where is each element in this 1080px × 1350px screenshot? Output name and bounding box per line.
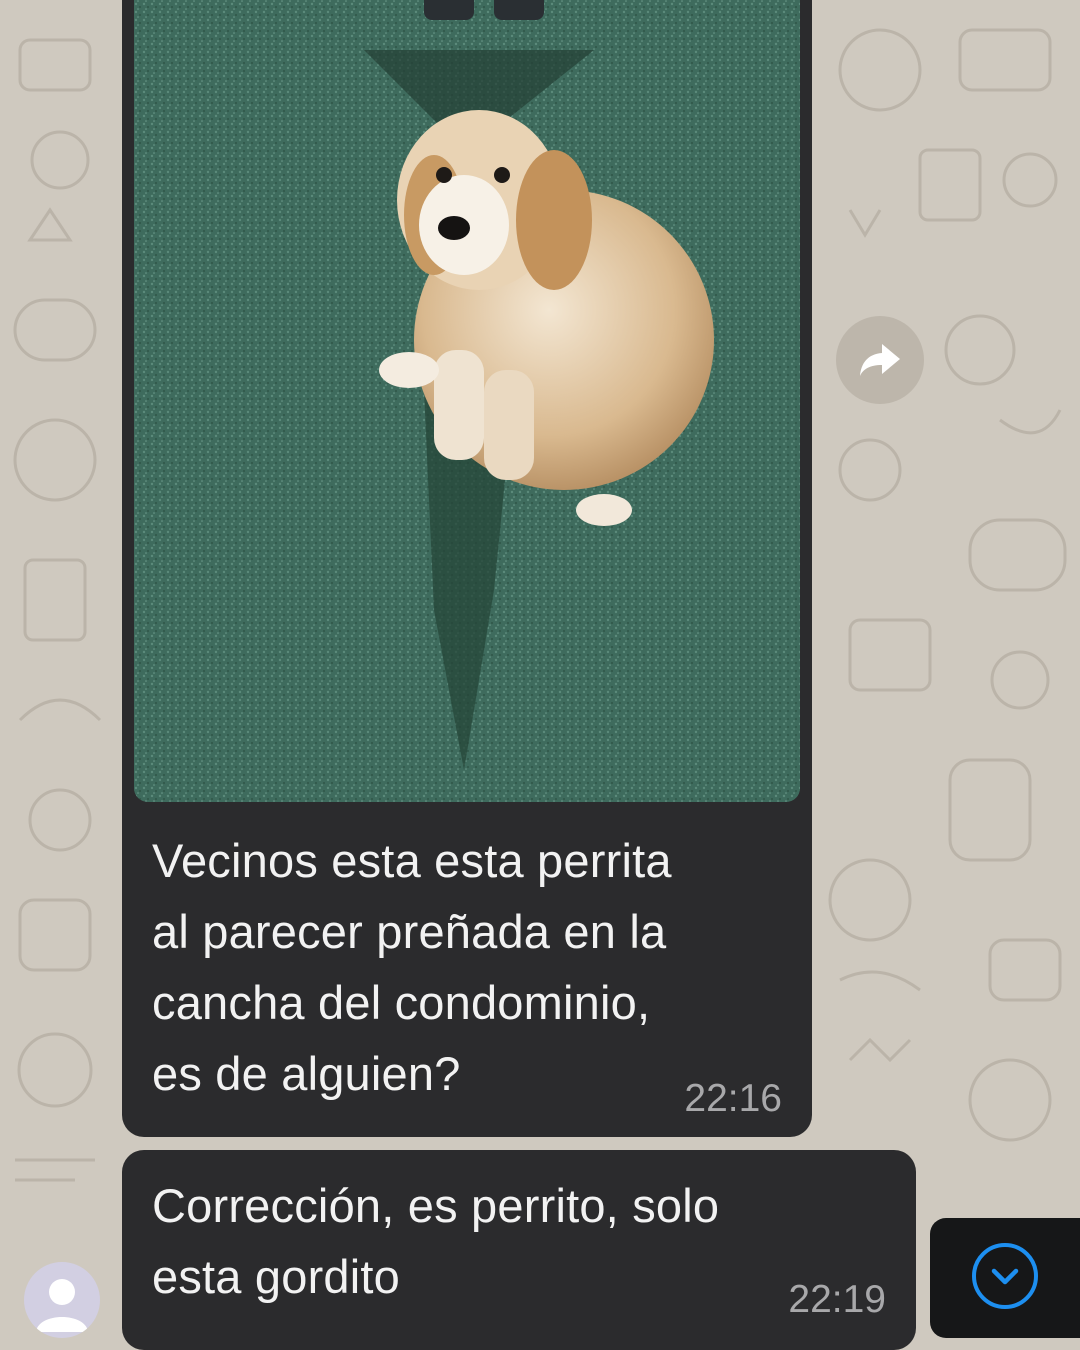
- message-bubble-text[interactable]: Corrección, es perrito, solo esta gordit…: [122, 1150, 916, 1350]
- forward-button[interactable]: [836, 316, 924, 404]
- chevron-down-circle: [972, 1243, 1038, 1309]
- message-text: Vecinos esta esta perrita al parecer pre…: [152, 825, 772, 1109]
- message-photo[interactable]: [134, 0, 800, 802]
- sender-avatar[interactable]: [24, 1262, 100, 1338]
- message-bubble-photo[interactable]: Vecinos esta esta perrita al parecer pre…: [122, 0, 812, 1137]
- message-text-line: Vecinos esta esta perrita: [152, 834, 672, 887]
- forward-arrow-icon: [860, 344, 900, 376]
- message-timestamp: 22:16: [684, 1077, 782, 1120]
- message-timestamp: 22:19: [788, 1278, 886, 1321]
- dog-photo-image: [134, 0, 800, 802]
- chevron-down-icon: [991, 1268, 1019, 1285]
- message-text-line: cancha del condominio,: [152, 976, 651, 1029]
- person-icon: [36, 1279, 88, 1332]
- message-text-line: es de alguien?: [152, 1047, 461, 1100]
- message-text: Corrección, es perrito, solo esta gordit…: [152, 1170, 892, 1312]
- scroll-to-bottom-button[interactable]: [930, 1218, 1080, 1338]
- message-text-line: al parecer preñada en la: [152, 905, 667, 958]
- message-text-line: Corrección, es perrito, solo: [152, 1179, 720, 1232]
- message-text-line: esta gordito: [152, 1250, 401, 1303]
